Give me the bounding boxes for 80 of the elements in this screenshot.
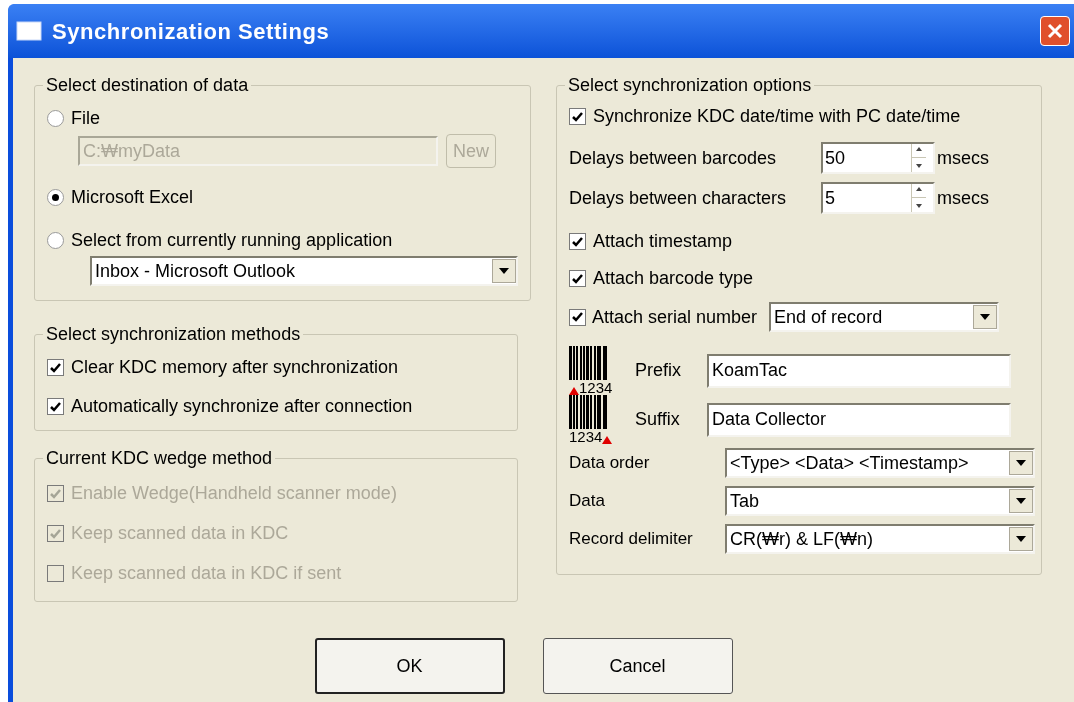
checkbox-label: Automatically synchronize after connection	[71, 395, 413, 418]
caret-icon	[1016, 498, 1026, 504]
group-label: Select synchronization options	[567, 74, 813, 97]
dialog-button[interactable]: OK	[314, 638, 505, 694]
dropdown-arrow-button[interactable]	[1009, 489, 1033, 513]
check-icon	[49, 400, 62, 413]
check-icon	[571, 272, 584, 285]
spin-value: 50	[824, 146, 847, 170]
radio-label: Select from currently running application	[71, 229, 393, 252]
checkbox[interactable]	[569, 233, 586, 250]
dropdown-arrow-button[interactable]	[492, 259, 516, 283]
dropdown[interactable]: CR(₩r) & LF(₩n)	[725, 524, 1035, 554]
checkbox[interactable]	[569, 270, 586, 287]
radio-label: File	[71, 107, 100, 130]
checkbox[interactable]	[47, 359, 64, 376]
text-field[interactable]: KoamTac	[707, 353, 1011, 388]
check-icon	[571, 311, 584, 323]
dialog-button[interactable]: Cancel	[542, 638, 733, 694]
barcode-icon	[569, 395, 607, 429]
spin-field[interactable]: 5	[821, 182, 935, 214]
close-button[interactable]	[1040, 16, 1070, 46]
check-icon	[49, 487, 62, 500]
field-label: Data order	[569, 452, 651, 475]
window-title: Synchronization Settings	[52, 17, 331, 46]
dropdown-arrow-button[interactable]	[1009, 527, 1033, 551]
radio-button[interactable]	[47, 110, 64, 127]
field-label: Delays between barcodes	[569, 146, 778, 170]
field-label: Prefix	[634, 359, 682, 382]
checkbox-label: Keep scanned data in KDC if sent	[71, 562, 342, 585]
checkbox[interactable]	[569, 308, 586, 326]
radio-button[interactable]	[47, 232, 64, 249]
check-icon	[49, 527, 62, 540]
spin-field[interactable]: 50	[821, 142, 935, 174]
text-field[interactable]: Data Collector	[707, 402, 1011, 437]
check-icon	[571, 235, 584, 248]
check-icon	[49, 361, 62, 374]
checkbox-label: Attach serial number	[592, 305, 758, 329]
group-label: Current KDC wedge method	[45, 447, 274, 470]
dropdown-value: Tab	[729, 489, 761, 513]
caret-icon	[980, 314, 991, 320]
caret-icon	[1016, 460, 1026, 466]
field-label: Record delimiter	[569, 528, 694, 551]
dropdown-value: CR(₩r) & LF(₩n)	[729, 527, 874, 551]
barcode-digits: 1234	[569, 429, 603, 444]
triangle-icon	[569, 387, 579, 395]
barcode-icon	[569, 346, 607, 380]
checkbox-label: Attach timestamp	[593, 230, 733, 253]
dropdown[interactable]: Inbox - Microsoft Outlook	[90, 256, 518, 286]
check-icon	[571, 110, 584, 123]
close-icon	[1047, 23, 1063, 39]
unit-label: msecs	[937, 186, 989, 210]
dropdown-arrow-button[interactable]	[973, 305, 998, 329]
checkbox-label: Keep scanned data in KDC	[71, 522, 289, 545]
checkbox[interactable]	[47, 398, 64, 415]
spin-value: 5	[824, 186, 836, 210]
barcode-digits: 1234	[579, 380, 613, 395]
field-label: Suffix	[634, 408, 681, 431]
caret-icon	[499, 268, 509, 274]
radio-button[interactable]	[47, 189, 64, 206]
dropdown[interactable]: End of record	[769, 302, 1000, 332]
checkbox-label: Synchronize KDC date/time with PC date/time	[593, 105, 961, 128]
dropdown-value: End of record	[773, 305, 884, 329]
dropdown-value: <Type> <Data> <Timestamp>	[729, 451, 970, 475]
caret-icon	[1016, 536, 1026, 542]
field-label: Delays between characters	[569, 186, 788, 210]
unit-label: msecs	[937, 146, 989, 170]
group-label: Select synchronization methods	[45, 323, 302, 346]
checkbox-label: Clear KDC memory after synchronization	[71, 356, 399, 379]
checkbox-label: Attach barcode type	[593, 267, 754, 290]
field-label: Data	[569, 490, 606, 513]
radio-label: Microsoft Excel	[71, 186, 194, 209]
checkbox[interactable]	[569, 108, 586, 125]
dropdown-arrow-button[interactable]	[1009, 451, 1033, 475]
window-icon	[16, 21, 42, 41]
dropdown[interactable]: Tab	[725, 486, 1035, 516]
dropdown-value: Inbox - Microsoft Outlook	[94, 259, 297, 283]
group-label: Select destination of data	[45, 74, 250, 97]
dropdown[interactable]: <Type> <Data> <Timestamp>	[725, 448, 1035, 478]
triangle-icon	[602, 436, 613, 444]
checkbox-label: Enable Wedge(Handheld scanner mode)	[71, 482, 397, 505]
